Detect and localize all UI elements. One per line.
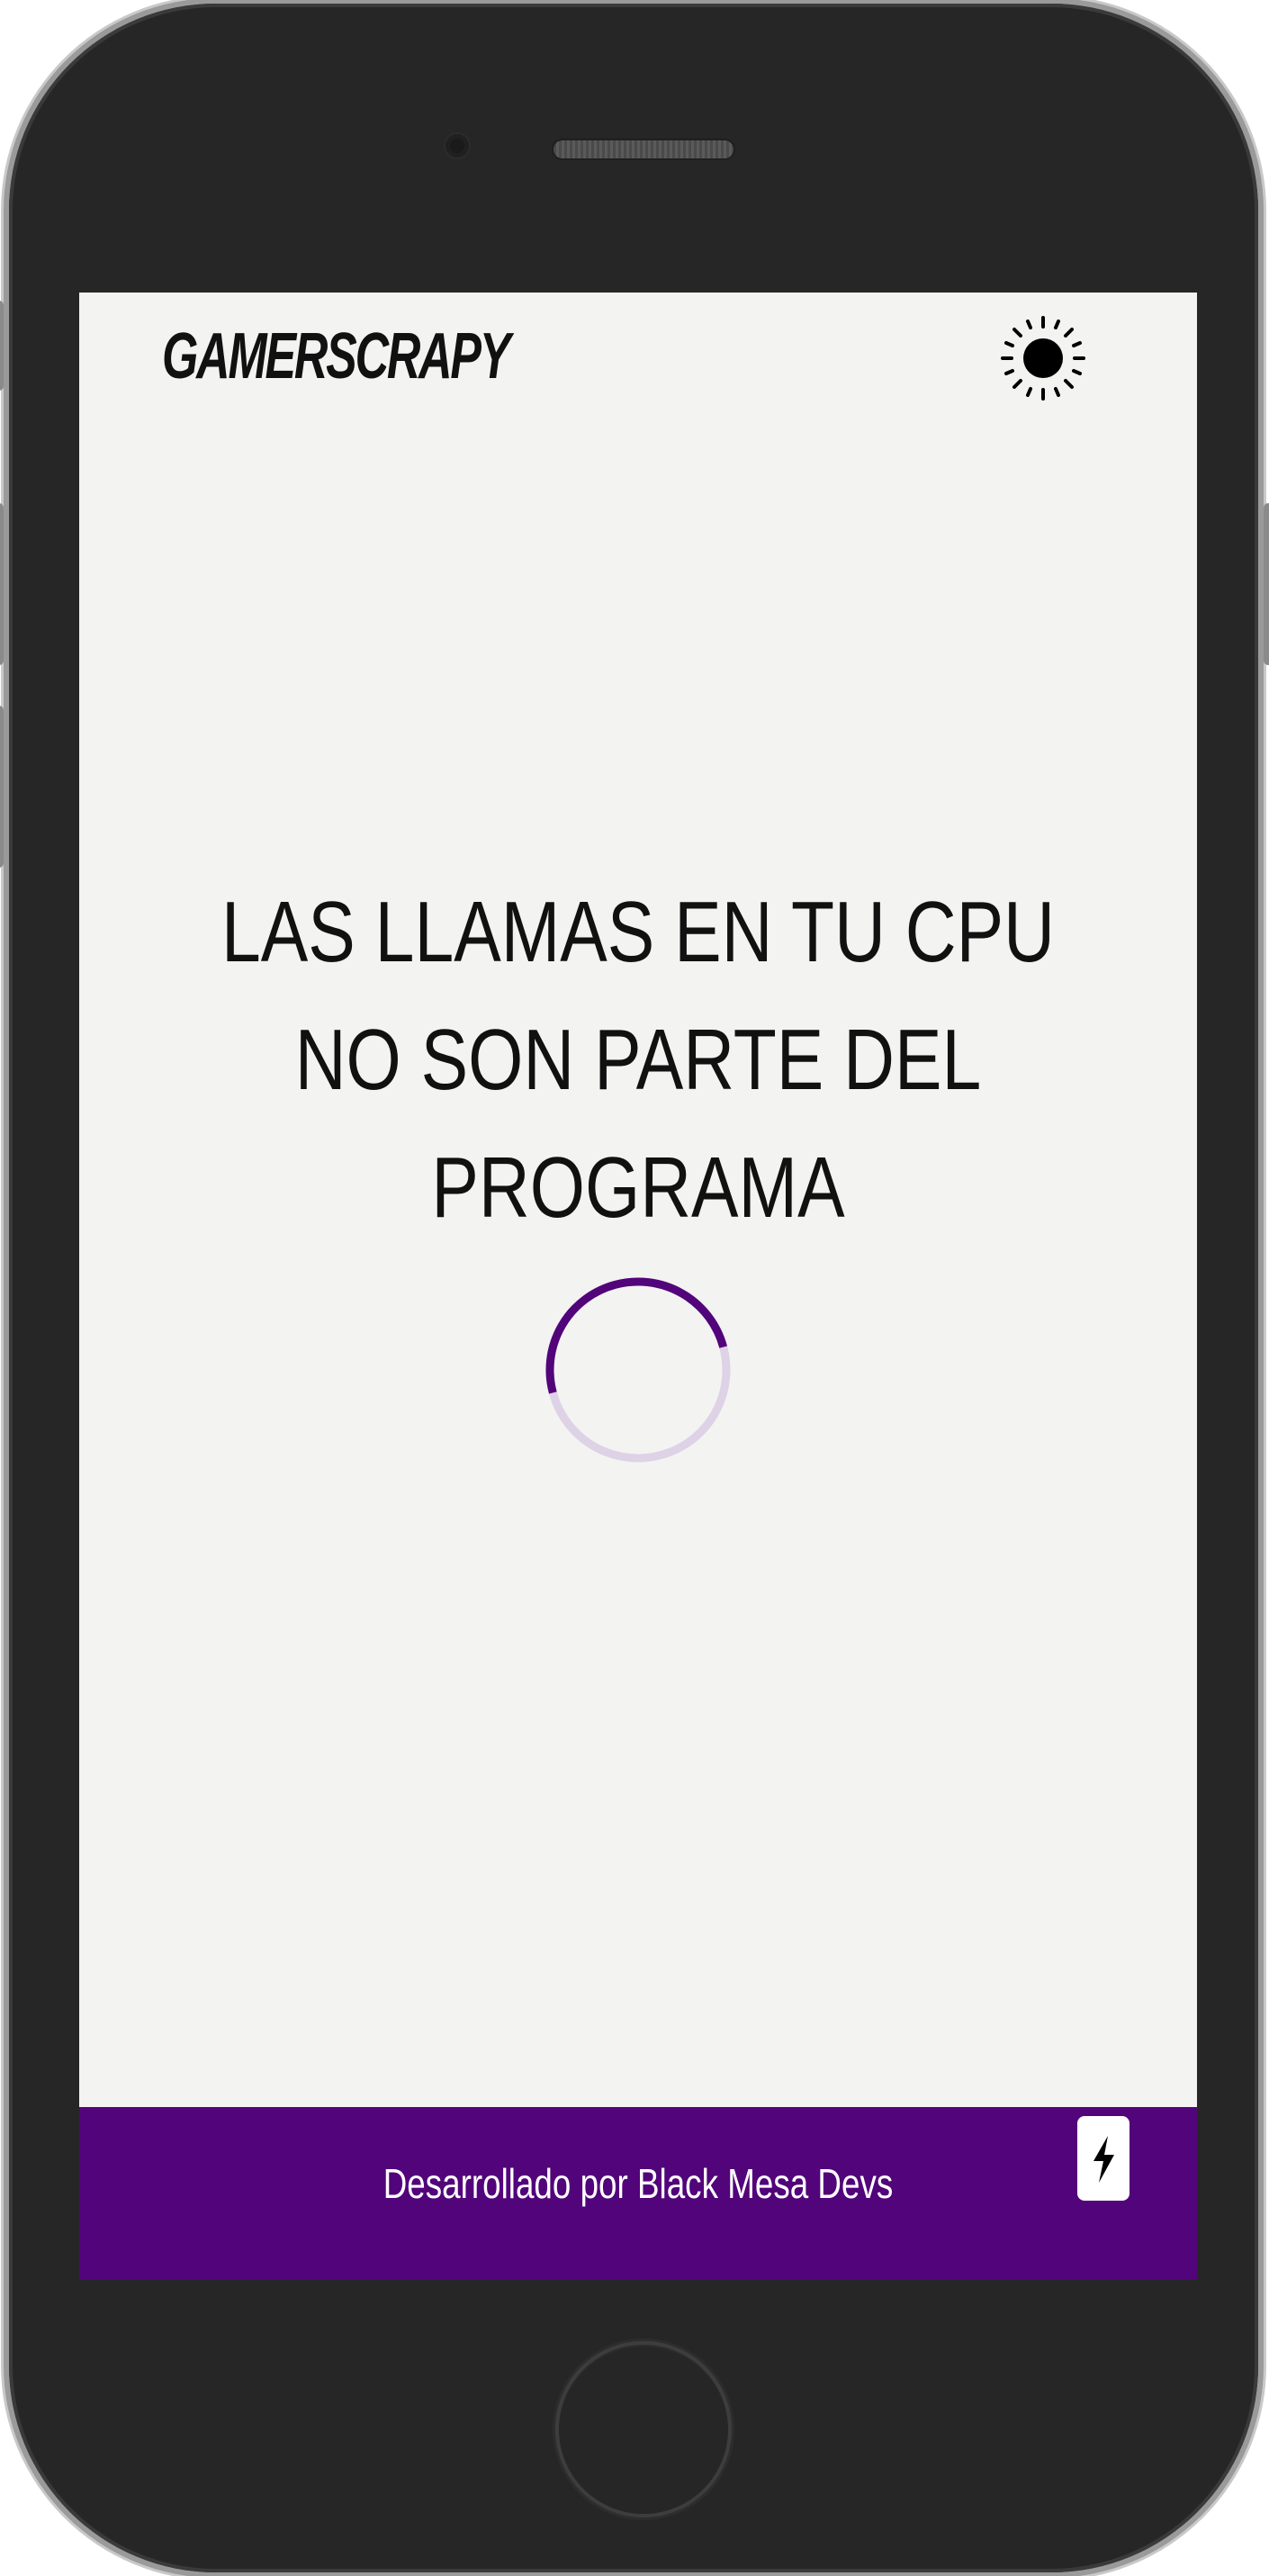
earpiece-speaker: [554, 140, 734, 158]
sun-icon: [1001, 316, 1085, 401]
side-button-power: [1264, 503, 1269, 665]
message-line-1: LAS LLAMAS EN TU CPU: [220, 884, 1055, 980]
home-button[interactable]: [555, 2341, 732, 2517]
footer-bar: Desarrollado por Black Mesa Devs: [79, 2107, 1197, 2280]
lightning-icon: [1094, 2136, 1114, 2183]
theme-toggle-button[interactable]: [999, 314, 1087, 402]
side-button-mute: [0, 301, 4, 391]
quick-action-button[interactable]: [1077, 2116, 1130, 2201]
spinner-icon: [545, 1277, 731, 1463]
message-line-2: NO SON PARTE DEL: [294, 1012, 982, 1108]
message-line-3: PROGRAMA: [431, 1139, 845, 1236]
app-screen: GAMERSCRAPY LAS LLAMAS EN TU CPU NO SON …: [79, 293, 1197, 2280]
loading-message: LAS LLAMAS EN TU CPU NO SON PARTE DEL PR…: [180, 869, 1096, 1252]
side-button-volume-up: [0, 503, 4, 665]
brand-logo[interactable]: GAMERSCRAPY: [162, 320, 510, 393]
footer-credit: Desarrollado por Black Mesa Devs: [382, 2160, 894, 2207]
side-button-volume-down: [0, 706, 4, 868]
phone-frame: GAMERSCRAPY LAS LLAMAS EN TU CPU NO SON …: [0, 4, 1269, 2572]
front-camera: [446, 134, 469, 158]
